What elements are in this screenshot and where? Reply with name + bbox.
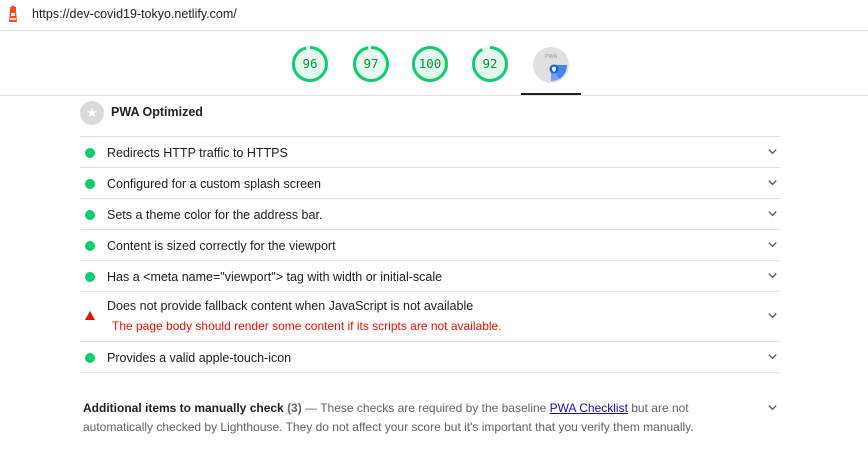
audit-without-javascript[interactable]: Does not provide fallback content when J… xyxy=(80,292,780,342)
score-gauge-best-practices[interactable]: 100 xyxy=(412,46,448,82)
audit-code: apple-touch-icon xyxy=(198,351,292,365)
audit-title-text: Provides a valid xyxy=(107,351,199,365)
lighthouse-icon xyxy=(9,5,17,22)
audit-title: Does not provide fallback content when J… xyxy=(107,299,474,313)
active-tab-indicator xyxy=(521,93,581,95)
pwa-checklist-link[interactable]: PWA Checklist xyxy=(550,401,628,415)
audit-code: initial-scale xyxy=(380,270,443,284)
chevron-down-icon[interactable] xyxy=(767,146,778,157)
pass-icon xyxy=(85,210,95,220)
audit-splash-screen[interactable]: Configured for a custom splash screen xyxy=(80,168,780,199)
score-gauge-performance[interactable]: 96 xyxy=(292,46,328,82)
pass-icon xyxy=(85,148,95,158)
pwa-badge-gauge[interactable]: PWA xyxy=(532,46,570,84)
chevron-down-icon[interactable] xyxy=(767,351,778,362)
audit-title: Configured for a custom splash screen xyxy=(107,177,321,191)
page-url[interactable]: https://dev-covid19-tokyo.netlify.com/ xyxy=(32,7,237,21)
audit-code: width xyxy=(333,270,363,284)
audit-title: Redirects HTTP traffic to HTTPS xyxy=(107,146,288,160)
score-gauge-seo[interactable]: 92 xyxy=(472,46,508,82)
audit-title-text: Has a xyxy=(107,270,144,284)
gauge-score: 92 xyxy=(482,56,498,71)
chevron-down-icon[interactable] xyxy=(767,402,778,413)
chevron-down-icon[interactable] xyxy=(767,177,778,188)
category-header: ★ PWA Optimized xyxy=(80,96,780,137)
audit-redirects-https[interactable]: Redirects HTTP traffic to HTTPS xyxy=(80,137,780,168)
audit-title-text: tag with xyxy=(283,270,334,284)
audit-theme-color[interactable]: Sets a theme color for the address bar. xyxy=(80,199,780,230)
audit-title: Provides a valid apple-touch-icon xyxy=(107,351,291,365)
pass-icon xyxy=(85,353,95,363)
chevron-down-icon[interactable] xyxy=(767,208,778,219)
score-gauges: 96 97 100 92 PWA xyxy=(0,30,868,96)
pass-icon xyxy=(85,241,95,251)
manual-checks-group[interactable]: Additional items to manually check (3) —… xyxy=(80,393,780,438)
chevron-down-icon[interactable] xyxy=(767,310,778,321)
chevron-down-icon[interactable] xyxy=(767,239,778,250)
manual-text-pre: These checks are required by the baselin… xyxy=(320,401,550,415)
pwa-category: ★ PWA Optimized Redirects HTTP traffic t… xyxy=(80,96,780,438)
manual-checks-title: Additional items to manually check xyxy=(83,401,284,415)
manual-checks-description: Additional items to manually check (3) —… xyxy=(83,399,743,437)
pwa-label: PWA xyxy=(545,54,558,60)
fail-icon xyxy=(85,311,95,320)
gauge-score: 100 xyxy=(418,56,442,71)
chevron-down-icon[interactable] xyxy=(767,270,778,281)
audit-code: <meta name="viewport"> xyxy=(143,270,283,284)
audit-viewport[interactable]: Has a <meta name="viewport"> tag with wi… xyxy=(80,261,780,292)
pass-icon xyxy=(85,272,95,282)
pwa-badge-icon: PWA xyxy=(533,47,569,83)
audit-title: Sets a theme color for the address bar. xyxy=(107,208,323,222)
separator-dash: — xyxy=(305,401,318,415)
score-gauge-accessibility[interactable]: 97 xyxy=(353,46,389,82)
audit-title: Content is sized correctly for the viewp… xyxy=(107,239,336,253)
gauge-score: 97 xyxy=(363,56,379,71)
audit-apple-touch-icon[interactable]: Provides a valid apple-touch-icon xyxy=(80,342,780,373)
audit-title: Has a <meta name="viewport"> tag with wi… xyxy=(107,270,442,284)
url-bar: https://dev-covid19-tokyo.netlify.com/ xyxy=(0,0,868,31)
manual-checks-count: (3) xyxy=(287,401,302,415)
audit-description: The page body should render some content… xyxy=(112,319,502,333)
audit-content-width[interactable]: Content is sized correctly for the viewp… xyxy=(80,230,780,261)
star-icon: ★ xyxy=(80,101,104,125)
gauge-score: 96 xyxy=(302,56,318,71)
audit-title-text: or xyxy=(362,270,381,284)
category-title: PWA Optimized xyxy=(111,105,203,119)
pass-icon xyxy=(85,179,95,189)
